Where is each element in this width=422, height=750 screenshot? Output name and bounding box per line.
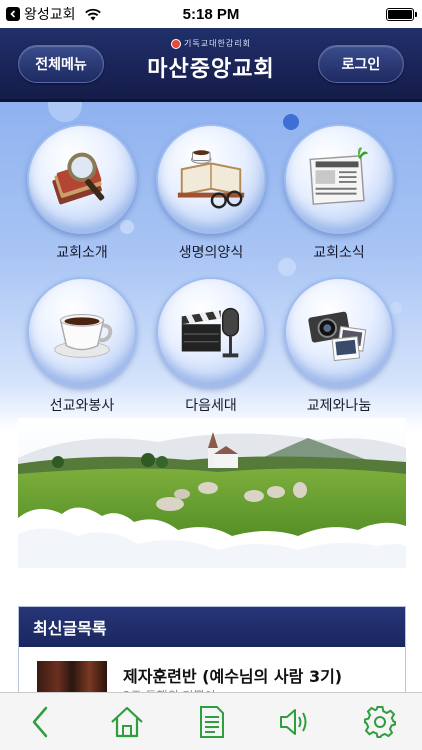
home-button[interactable] [105, 700, 149, 744]
back-to-app-icon[interactable] [6, 7, 20, 21]
recent-posts-title: 최신글목록 [19, 607, 405, 647]
home-icon [110, 706, 143, 737]
logo-title: 마산중앙교회 [147, 57, 275, 82]
settings-icon [363, 705, 396, 738]
coffee-cup-icon [27, 277, 137, 387]
menu-item-next-generation[interactable]: 다음세대 [141, 277, 281, 427]
back-button[interactable] [20, 700, 64, 744]
sound-button[interactable] [273, 700, 317, 744]
menu-item-church-news[interactable]: 교회소식 [269, 124, 409, 274]
clapper-mic-icon [156, 277, 266, 387]
decorative-bubble [48, 102, 82, 122]
newspaper-icon [284, 124, 394, 234]
status-bar: 왕성교회 5:18 PM [0, 0, 422, 28]
recent-posts-panel: 최신글목록 제자훈련반 (예수님의 사람 3기) 2주 동행의 기쁨이 [18, 606, 406, 701]
wifi-icon [84, 8, 101, 20]
speaker-icon [280, 708, 307, 735]
settings-button[interactable] [358, 700, 402, 744]
menu-item-fellowship-sharing[interactable]: 교제와나눔 [269, 277, 409, 427]
book-coffee-glasses-icon [156, 124, 266, 234]
post-title: 제자훈련반 (예수님의 사람 3기) [123, 667, 343, 686]
magnifier-book-icon [27, 124, 137, 234]
carrier-label[interactable]: 왕성교회 [24, 4, 76, 24]
document-icon [199, 705, 224, 738]
menu-label: 교회소개 [56, 245, 108, 261]
menu-item-mission-service[interactable]: 선교와봉사 [12, 277, 152, 427]
main-menu-area: 교회소개 생명의양식 교회소식 선교와봉사 다음세대 교제와나눔 [0, 102, 422, 432]
app-header: 전체메뉴 기독교대한감리회 마산중앙교회 로그인 [0, 28, 422, 102]
all-menu-button[interactable]: 전체메뉴 [18, 45, 104, 83]
menu-label: 생명의양식 [178, 245, 244, 261]
list-item[interactable]: 제자훈련반 (예수님의 사람 3기) 2주 동행의 기쁨이 [19, 647, 405, 701]
bottom-toolbar [0, 692, 422, 750]
menu-item-church-intro[interactable]: 교회소개 [12, 124, 152, 274]
methodist-emblem-icon [171, 38, 182, 49]
login-button[interactable]: 로그인 [318, 45, 404, 83]
battery-icon [386, 8, 417, 21]
menu-label: 교회소식 [313, 245, 365, 261]
menu-label: 선교와봉사 [49, 398, 115, 414]
church-logo[interactable]: 기독교대한감리회 마산중앙교회 [120, 38, 302, 83]
camera-photos-icon [284, 277, 394, 387]
document-button[interactable] [189, 700, 233, 744]
menu-label: 다음세대 [185, 398, 237, 414]
menu-item-daily-bread[interactable]: 생명의양식 [141, 124, 281, 274]
menu-label: 교제와나눔 [306, 398, 372, 414]
back-icon [32, 706, 48, 737]
landscape-banner [18, 418, 406, 568]
logo-subtitle: 기독교대한감리회 [184, 39, 251, 48]
